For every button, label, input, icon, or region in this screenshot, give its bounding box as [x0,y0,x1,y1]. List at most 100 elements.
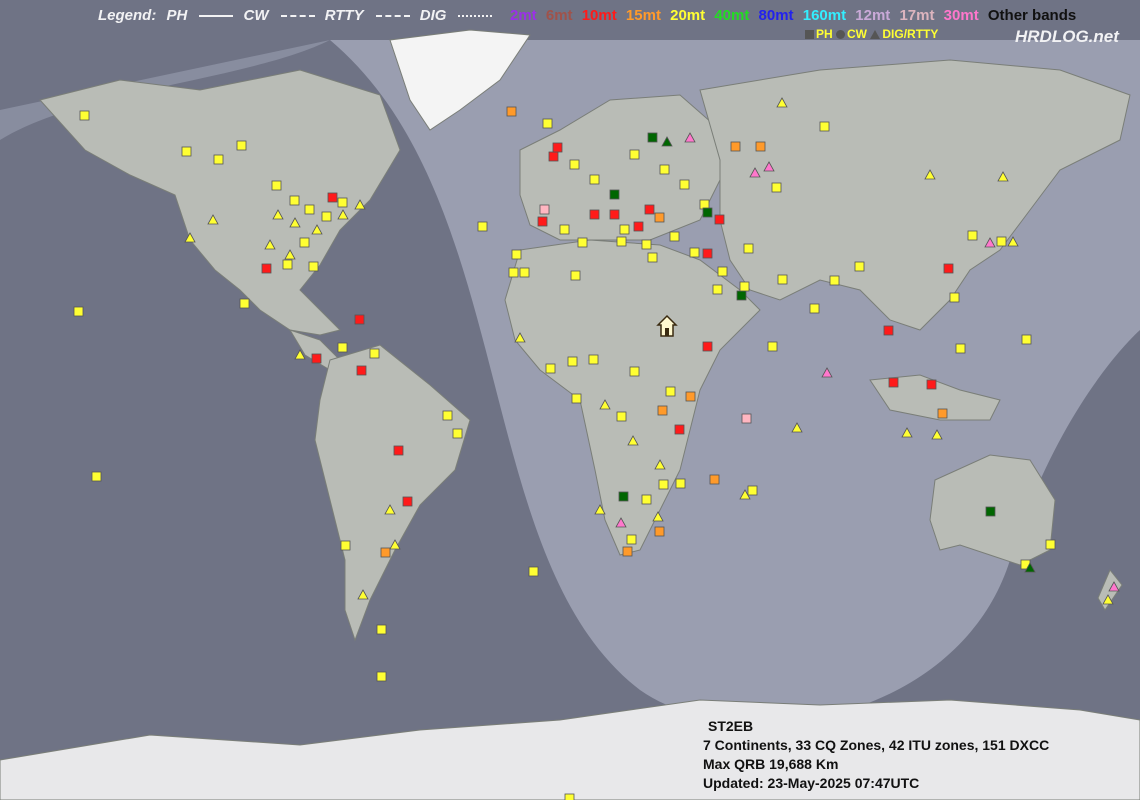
mode-dig: DIG/RTTY [882,27,939,41]
station-marker [1021,334,1032,345]
station-marker [730,141,741,152]
station-marker [236,140,247,151]
station-marker [618,491,629,502]
callsign: ST2EB [708,718,754,734]
station-marker [239,298,250,309]
station-marker [289,195,300,206]
world-map [0,0,1140,800]
band-label: 12mt [855,7,891,24]
station-marker [340,540,351,551]
legend: Legend: PH CW RTTY DIG [98,7,498,24]
station-marker [747,485,758,496]
station-marker [369,348,380,359]
station-marker [654,526,665,537]
station-marker [714,214,725,225]
station-marker [641,494,652,505]
square-icon [805,30,814,39]
station-marker [73,306,84,317]
station-marker [654,212,665,223]
station-marker [567,356,578,367]
station-marker [771,182,782,193]
station-marker [996,236,1007,247]
station-info: ST2EB 7 Continents, 33 CQ Zones, 42 ITU … [703,717,1049,793]
station-marker [354,314,365,325]
station-marker [665,386,676,397]
station-marker [380,547,391,558]
station-marker [937,408,948,419]
station-marker [616,411,627,422]
station-marker [647,252,658,263]
station-marker [702,207,713,218]
band-legend: 2mt 6mt 10mt 15mt 20mt 40mt 80mt 160mt 1… [510,7,1081,24]
station-marker [542,118,553,129]
station-marker [442,410,453,421]
station-marker [709,474,720,485]
station-marker [829,275,840,286]
station-marker [181,146,192,157]
station-marker [588,354,599,365]
station-marker [675,478,686,489]
band-label: 2mt [510,7,537,24]
legend-rtty: RTTY [324,7,364,24]
station-marker [308,261,319,272]
station-marker [949,292,960,303]
station-marker [619,224,630,235]
band-label: 160mt [802,7,847,24]
station-marker [702,341,713,352]
station-marker [955,343,966,354]
station-marker [659,164,670,175]
station-marker [658,479,669,490]
band-label: 20mt [670,7,706,24]
station-marker [589,209,600,220]
station-marker [702,248,713,259]
station-marker [577,237,588,248]
band-label: 80mt [758,7,794,24]
station-marker [548,151,559,162]
station-marker [985,506,996,517]
station-marker [271,180,282,191]
station-marker [629,366,640,377]
stats-line: 7 Continents, 33 CQ Zones, 42 ITU zones,… [703,737,1050,753]
triangle-icon [870,30,881,39]
station-marker [337,342,348,353]
legend-dig: DIG [419,7,447,24]
station-marker [767,341,778,352]
station-marker [508,267,519,278]
legend-ph-line [199,15,234,18]
mode-cw: CW [847,27,868,41]
band-label: 17mt [899,7,935,24]
station-marker [943,263,954,274]
station-marker [741,413,752,424]
station-marker [622,546,633,557]
station-marker [888,377,899,388]
station-marker [712,284,723,295]
station-marker [261,263,272,274]
station-marker [736,290,747,301]
mode-legend: PH CW DIG/RTTY [805,27,938,41]
station-marker [644,204,655,215]
station-marker [854,261,865,272]
station-marker [282,259,293,270]
legend-cw-line [280,15,315,18]
station-marker [685,391,696,402]
station-marker [647,132,658,143]
station-marker [809,303,820,314]
station-marker [1045,539,1056,550]
band-label: 10mt [581,7,617,24]
station-marker [609,189,620,200]
legend-ph: PH [166,7,188,24]
station-marker [570,270,581,281]
station-marker [537,216,548,227]
station-marker [669,231,680,242]
station-marker [717,266,728,277]
station-marker [337,197,348,208]
station-marker [609,209,620,220]
station-marker [589,174,600,185]
station-marker [926,379,937,390]
station-marker [743,243,754,254]
band-label: 30mt [943,7,979,24]
station-marker [376,671,387,682]
station-marker [629,149,640,160]
max-qrb: Max QRB 19,688 Km [703,756,839,772]
brand-logo: HRDLOG.net [1015,27,1119,46]
